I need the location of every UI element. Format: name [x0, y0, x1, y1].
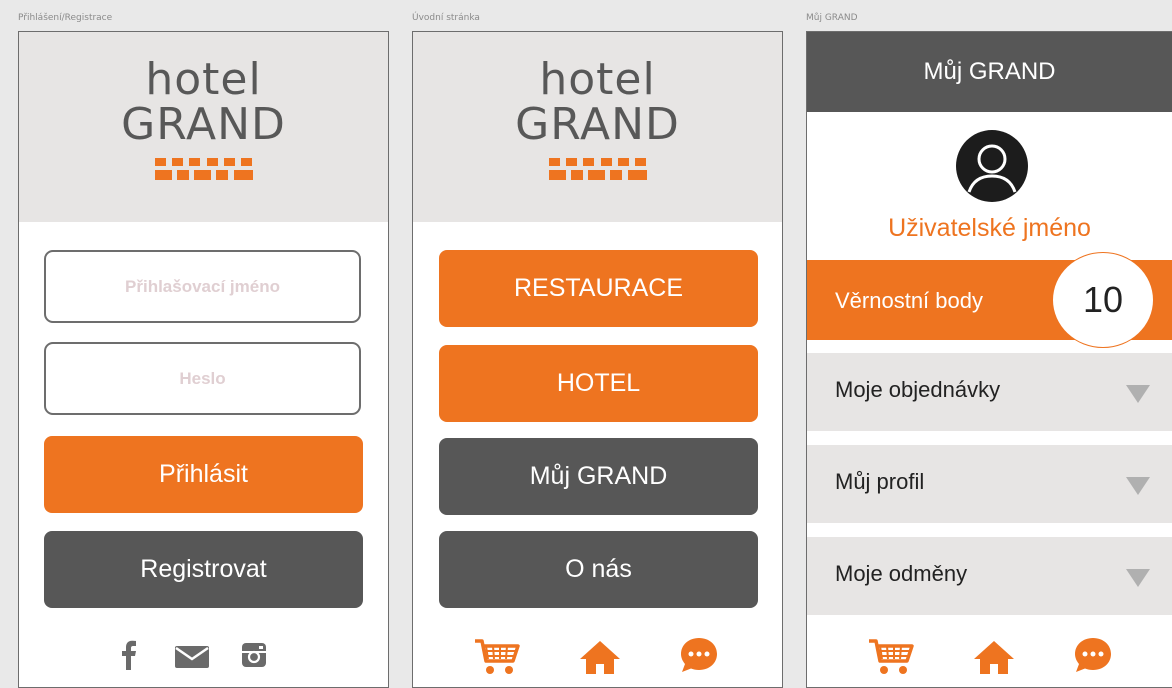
- chat-icon[interactable]: [679, 636, 719, 674]
- username-label: Uživatelské jméno: [888, 214, 1091, 242]
- frame-caption-login: Přihlášení/Registrace: [18, 13, 113, 23]
- username-input[interactable]: Přihlašovací jméno: [44, 250, 361, 323]
- bottom-nav: [413, 634, 782, 678]
- hotel-button[interactable]: HOTEL: [439, 345, 758, 422]
- profile-screen: Můj GRAND Uživatelské jméno Věrnostní bo…: [806, 31, 1172, 688]
- logo-header: hotel GRAND: [413, 32, 782, 222]
- home-icon[interactable]: [579, 640, 621, 674]
- social-icons-row: [19, 634, 388, 678]
- about-us-button[interactable]: O nás: [439, 531, 758, 608]
- logo-text-grand: GRAND: [515, 99, 680, 150]
- logo-header: hotel GRAND: [19, 32, 388, 222]
- screen-title-bar: Můj GRAND: [807, 32, 1172, 112]
- cart-icon[interactable]: [473, 638, 521, 676]
- menu-item-my-rewards[interactable]: Moje odměny: [807, 537, 1172, 615]
- loyalty-points-label: Věrnostní body: [835, 288, 983, 313]
- logo-squares-icon: [154, 158, 253, 180]
- restaurant-button[interactable]: RESTAURACE: [439, 250, 758, 327]
- register-button[interactable]: Registrovat: [44, 531, 363, 608]
- user-avatar-icon: [956, 130, 1028, 202]
- menu-item-label: Můj profil: [835, 469, 925, 494]
- hotel-grand-logo: hotel GRAND: [413, 58, 782, 182]
- logo-text-hotel: hotel: [539, 54, 656, 105]
- screen-title: Můj GRAND: [923, 58, 1056, 85]
- login-screen: hotel GRAND Přihlašovací jméno Heslo Při…: [18, 31, 389, 688]
- chat-icon[interactable]: [1073, 636, 1113, 674]
- home-screen: hotel GRAND RESTAURACE HOTEL Můj GRAND O…: [412, 31, 783, 688]
- logo-text-grand: GRAND: [121, 99, 286, 150]
- loyalty-points-badge: 10: [1052, 252, 1154, 348]
- frame-caption-profile: Můj GRAND: [806, 13, 858, 23]
- password-input[interactable]: Heslo: [44, 342, 361, 415]
- menu-item-label: Moje objednávky: [835, 377, 1001, 402]
- loyalty-points-bar: Věrnostní body 10: [807, 252, 1172, 348]
- logo-text-hotel: hotel: [145, 54, 262, 105]
- frame-caption-home: Úvodní stránka: [412, 13, 480, 23]
- facebook-icon[interactable]: [121, 640, 137, 670]
- instagram-icon[interactable]: [241, 642, 267, 668]
- menu-item-label: Moje odměny: [835, 561, 968, 586]
- hotel-grand-logo: hotel GRAND: [19, 58, 388, 182]
- logo-squares-icon: [548, 158, 647, 180]
- menu-item-my-orders[interactable]: Moje objednávky: [807, 353, 1172, 431]
- my-grand-button[interactable]: Můj GRAND: [439, 438, 758, 515]
- chevron-down-icon[interactable]: [1126, 569, 1150, 587]
- chevron-down-icon[interactable]: [1126, 477, 1150, 495]
- cart-icon[interactable]: [867, 638, 915, 676]
- menu-item-my-profile[interactable]: Můj profil: [807, 445, 1172, 523]
- login-button[interactable]: Přihlásit: [44, 436, 363, 513]
- home-icon[interactable]: [973, 640, 1015, 674]
- chevron-down-icon[interactable]: [1126, 385, 1150, 403]
- mail-icon[interactable]: [175, 646, 209, 668]
- bottom-nav: [807, 634, 1172, 678]
